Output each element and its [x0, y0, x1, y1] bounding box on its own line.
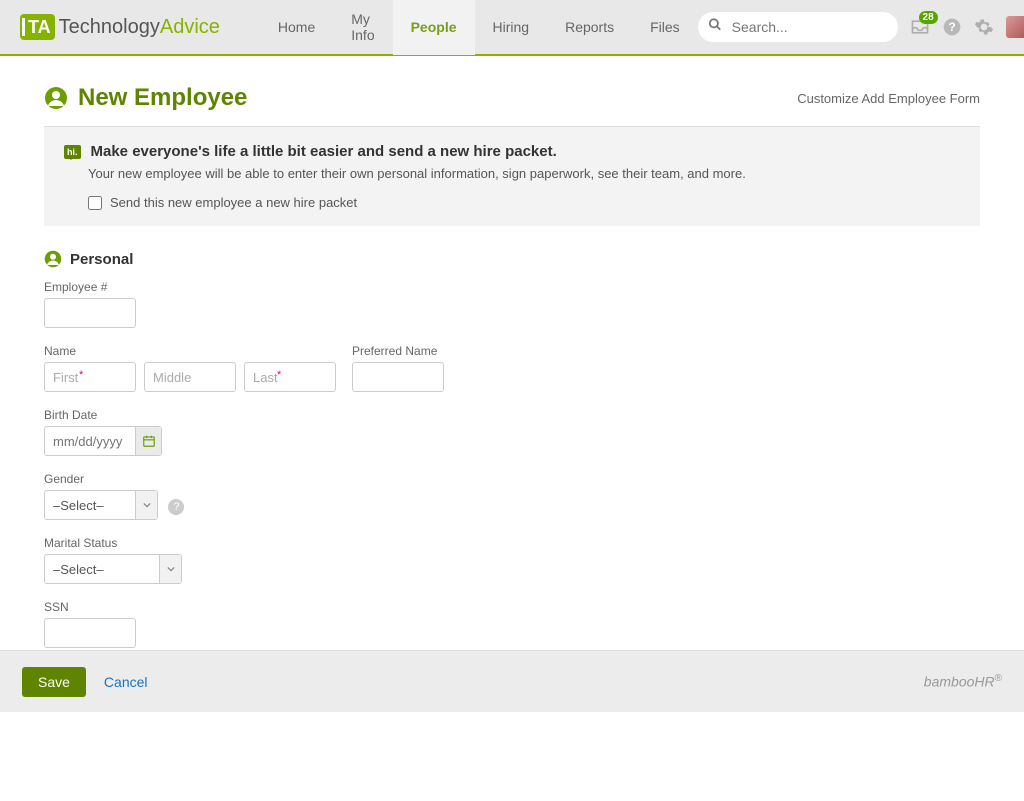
birthdate-row: Birth Date	[44, 408, 980, 456]
person-icon	[44, 250, 62, 268]
first-name-input[interactable]	[44, 362, 136, 392]
gender-value: –Select–	[53, 498, 104, 513]
ssn-input[interactable]	[44, 618, 136, 648]
footer-action-bar: Save Cancel bambooHR®	[0, 650, 1024, 712]
nav-hiring[interactable]: Hiring	[475, 0, 548, 55]
gender-row: Gender –Select– ?	[44, 472, 980, 520]
gender-help-icon[interactable]: ?	[168, 499, 184, 515]
topbar-right: 28 ?	[698, 12, 1024, 42]
save-button[interactable]: Save	[22, 667, 86, 697]
inbox-icon[interactable]: 28	[910, 17, 930, 37]
callout-title: Make everyone's life a little bit easier…	[91, 143, 557, 160]
ssn-row: SSN	[44, 600, 980, 648]
main-nav: Home My Info People Hiring Reports Files	[260, 0, 698, 55]
employee-number-input[interactable]	[44, 298, 136, 328]
name-row: Name * . . * Preferred Name	[44, 344, 980, 392]
ssn-label: SSN	[44, 600, 980, 614]
nav-home[interactable]: Home	[260, 0, 333, 55]
page-title-text: New Employee	[78, 84, 247, 112]
employee-number-row: Employee #	[44, 280, 980, 328]
section-personal-header: Personal	[44, 250, 980, 268]
birthdate-label: Birth Date	[44, 408, 980, 422]
employee-number-label: Employee #	[44, 280, 980, 294]
send-packet-label: Send this new employee a new hire packet	[110, 195, 357, 210]
registered-mark: ®	[995, 673, 1002, 684]
calendar-icon[interactable]	[135, 427, 161, 455]
nav-myinfo[interactable]: My Info	[333, 0, 392, 55]
search-icon	[708, 18, 722, 37]
marital-label: Marital Status	[44, 536, 980, 550]
page-title: New Employee	[44, 84, 247, 112]
top-nav-bar: TA TechnologyAdvice Home My Info People …	[0, 0, 1024, 56]
person-icon	[44, 86, 68, 110]
logo-badge: TA	[20, 14, 55, 40]
preferred-name-label: Preferred Name	[352, 344, 444, 358]
nav-files[interactable]: Files	[632, 0, 698, 55]
nav-people[interactable]: People	[393, 0, 475, 55]
powered-text: bambooHR	[924, 674, 995, 690]
marital-value: –Select–	[53, 562, 104, 577]
brand-logo: TA TechnologyAdvice	[20, 14, 220, 40]
customize-form-link[interactable]: Customize Add Employee Form	[797, 91, 980, 106]
gender-label: Gender	[44, 472, 980, 486]
middle-name-input[interactable]	[144, 362, 236, 392]
last-name-input[interactable]	[244, 362, 336, 392]
hi-badge-icon: hi.	[64, 145, 81, 159]
nav-reports[interactable]: Reports	[547, 0, 632, 55]
settings-gear-icon[interactable]	[974, 17, 994, 37]
gender-select[interactable]: –Select–	[44, 490, 158, 520]
preferred-name-input[interactable]	[352, 362, 444, 392]
marital-row: Marital Status –Select–	[44, 536, 980, 584]
section-personal-title: Personal	[70, 251, 133, 268]
callout-header: hi. Make everyone's life a little bit ea…	[64, 143, 960, 160]
send-packet-checkbox[interactable]	[88, 196, 102, 210]
notification-badge: 28	[919, 11, 938, 24]
send-packet-checkbox-row[interactable]: Send this new employee a new hire packet	[88, 195, 960, 210]
search-box	[698, 12, 898, 42]
powered-by-bamboohr: bambooHR®	[924, 673, 1002, 690]
marital-select[interactable]: –Select–	[44, 554, 182, 584]
cancel-button[interactable]: Cancel	[104, 674, 148, 690]
callout-subtext: Your new employee will be able to enter …	[88, 166, 960, 181]
logo-text-1: Technology	[59, 16, 160, 39]
new-hire-callout: hi. Make everyone's life a little bit ea…	[44, 126, 980, 226]
name-label: Name	[44, 344, 136, 358]
page-title-row: New Employee Customize Add Employee Form	[44, 84, 980, 112]
search-input[interactable]	[698, 12, 898, 42]
svg-text:?: ?	[948, 21, 955, 34]
help-icon[interactable]: ?	[942, 17, 962, 37]
logo-text-2: Advice	[160, 16, 220, 39]
user-avatar[interactable]	[1006, 16, 1024, 38]
